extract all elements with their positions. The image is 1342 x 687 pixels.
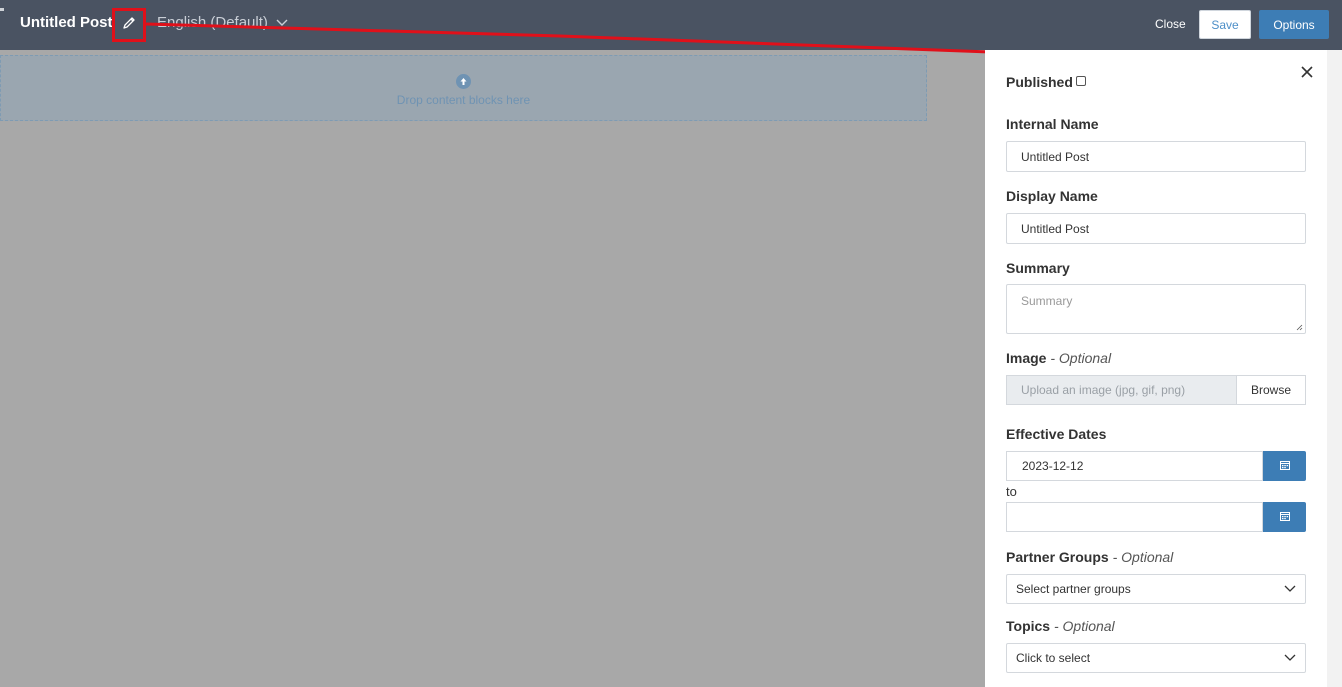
browse-button[interactable]: Browse xyxy=(1236,375,1306,405)
panel-scrollbar[interactable] xyxy=(1327,50,1342,687)
content-drop-zone[interactable]: Drop content blocks here xyxy=(0,55,927,121)
effective-dates-label: Effective Dates xyxy=(1006,426,1107,442)
menu-notch xyxy=(0,8,4,11)
topics-select[interactable]: Click to select xyxy=(1006,643,1306,673)
display-name-label: Display Name xyxy=(1006,188,1098,204)
save-button[interactable]: Save xyxy=(1199,10,1251,39)
top-bar: Untitled Post English (Default) Close Sa… xyxy=(0,0,1342,50)
summary-label: Summary xyxy=(1006,260,1070,276)
internal-name-input[interactable]: Untitled Post xyxy=(1006,141,1306,172)
calendar-icon xyxy=(1279,508,1290,526)
partner-groups-label: Partner Groups xyxy=(1006,549,1109,565)
language-label: English (Default) xyxy=(157,14,268,31)
chevron-down-icon xyxy=(276,14,288,31)
properties-panel: Published Internal Name Untitled Post Di… xyxy=(985,50,1342,687)
display-name-input[interactable]: Untitled Post xyxy=(1006,213,1306,244)
language-selector[interactable]: English (Default) xyxy=(157,14,288,31)
chevron-down-icon xyxy=(1284,651,1296,665)
close-icon[interactable] xyxy=(1299,64,1315,80)
image-upload-input[interactable]: Upload an image (jpg, gif, png) xyxy=(1006,375,1237,405)
to-label: to xyxy=(1006,484,1017,499)
image-label-row: Image - Optional xyxy=(1006,350,1111,366)
chevron-down-icon xyxy=(1284,582,1296,596)
topics-label-row: Topics - Optional xyxy=(1006,618,1115,634)
options-button[interactable]: Options xyxy=(1259,10,1329,39)
arrow-up-circle-icon xyxy=(456,73,471,89)
edit-title-button[interactable] xyxy=(112,8,146,42)
partner-groups-placeholder: Select partner groups xyxy=(1016,582,1131,596)
partner-groups-select[interactable]: Select partner groups xyxy=(1006,574,1306,604)
end-date-calendar-button[interactable] xyxy=(1263,502,1306,532)
optional-tag: - Optional xyxy=(1112,549,1174,565)
published-row: Published xyxy=(1006,74,1086,90)
resize-grip-icon[interactable] xyxy=(1296,324,1303,331)
optional-tag: - Optional xyxy=(1050,350,1112,366)
topics-label: Topics xyxy=(1006,618,1051,634)
partner-groups-label-row: Partner Groups - Optional xyxy=(1006,549,1173,565)
calendar-icon xyxy=(1279,457,1290,475)
close-link[interactable]: Close xyxy=(1155,17,1186,31)
internal-name-label: Internal Name xyxy=(1006,116,1099,132)
pencil-icon xyxy=(121,15,137,36)
end-date-input[interactable] xyxy=(1006,502,1263,532)
start-date-input[interactable]: 2023-12-12 xyxy=(1006,451,1263,481)
topics-placeholder: Click to select xyxy=(1016,651,1091,665)
optional-tag: - Optional xyxy=(1053,618,1115,634)
published-checkbox[interactable] xyxy=(1075,76,1086,86)
summary-textarea[interactable]: Summary xyxy=(1006,284,1306,334)
drop-zone-text: Drop content blocks here xyxy=(396,92,531,107)
published-label: Published xyxy=(1006,74,1073,90)
page-title: Untitled Post xyxy=(20,14,113,31)
start-date-calendar-button[interactable] xyxy=(1263,451,1306,481)
image-label: Image xyxy=(1006,350,1047,366)
summary-placeholder: Summary xyxy=(1021,294,1073,308)
